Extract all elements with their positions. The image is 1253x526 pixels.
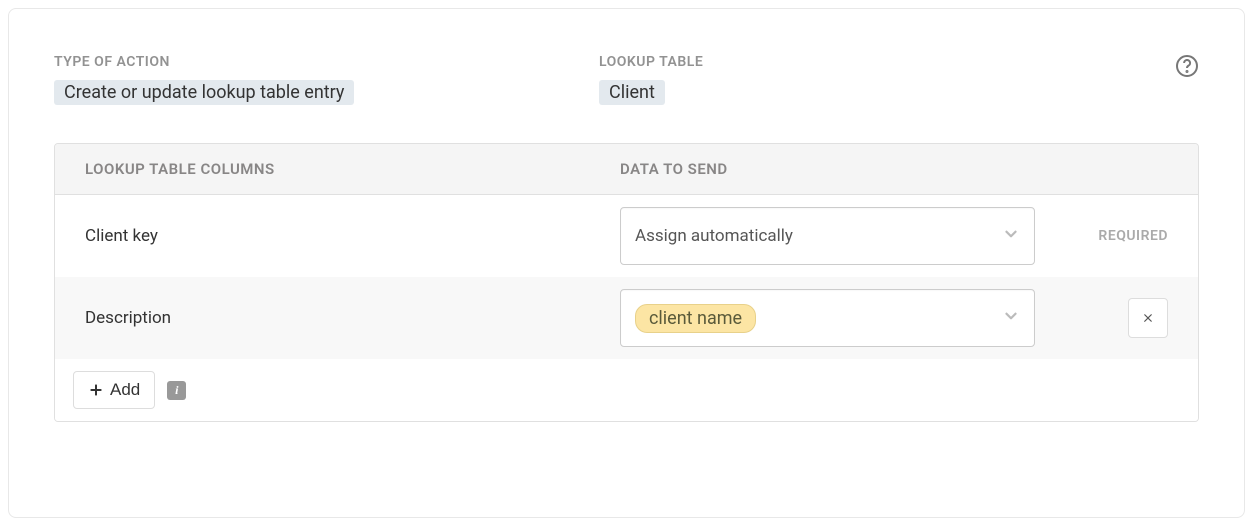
- info-icon[interactable]: i: [167, 381, 186, 400]
- remove-row-button[interactable]: [1128, 298, 1168, 338]
- lookup-table-section: LOOKUP TABLE Client: [599, 54, 703, 105]
- table-row: Description client name: [55, 277, 1198, 359]
- plus-icon: [88, 382, 104, 398]
- close-icon: [1141, 311, 1155, 325]
- chevron-down-icon: [1002, 225, 1020, 247]
- required-badge: REQUIRED: [1098, 228, 1168, 244]
- data-select[interactable]: Assign automatically: [620, 207, 1035, 265]
- header-row: TYPE OF ACTION Create or update lookup t…: [54, 54, 1199, 105]
- type-of-action-label: TYPE OF ACTION: [54, 54, 599, 70]
- add-button-label: Add: [110, 380, 140, 400]
- select-tag: client name: [635, 304, 756, 333]
- lookup-table-label: LOOKUP TABLE: [599, 54, 703, 70]
- form-panel: TYPE OF ACTION Create or update lookup t…: [8, 8, 1245, 518]
- table-footer: Add i: [55, 359, 1198, 421]
- row-label: Client key: [85, 226, 620, 246]
- table-header: LOOKUP TABLE COLUMNS DATA TO SEND: [55, 144, 1198, 195]
- help-icon[interactable]: [1175, 54, 1199, 78]
- data-select[interactable]: client name: [620, 289, 1035, 347]
- type-of-action-value[interactable]: Create or update lookup table entry: [54, 80, 354, 105]
- data-header: DATA TO SEND: [620, 160, 1168, 178]
- add-button[interactable]: Add: [73, 371, 155, 409]
- row-label: Description: [85, 308, 620, 328]
- table-row: Client key Assign automatically REQUIRED: [55, 195, 1198, 277]
- columns-table: LOOKUP TABLE COLUMNS DATA TO SEND Client…: [54, 143, 1199, 422]
- columns-header: LOOKUP TABLE COLUMNS: [85, 160, 620, 178]
- lookup-table-value[interactable]: Client: [599, 80, 665, 105]
- type-of-action-section: TYPE OF ACTION Create or update lookup t…: [54, 54, 599, 105]
- chevron-down-icon: [1002, 307, 1020, 329]
- select-value: Assign automatically: [635, 226, 793, 246]
